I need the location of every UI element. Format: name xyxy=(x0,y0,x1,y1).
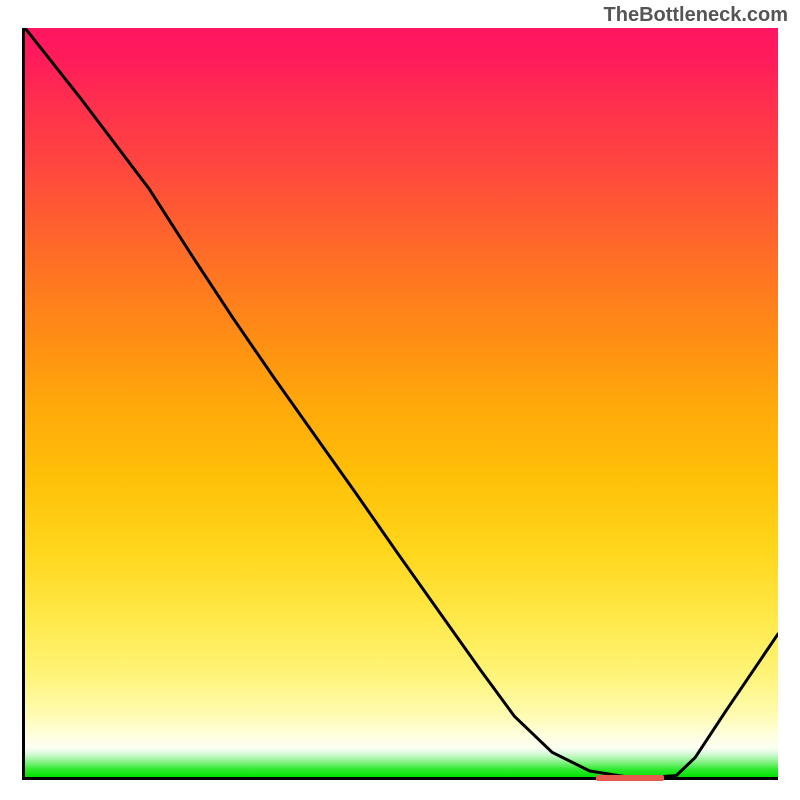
chart-container: TheBottleneck.com xyxy=(0,0,800,800)
watermark-text: TheBottleneck.com xyxy=(604,4,788,27)
minimum-marker xyxy=(596,775,664,781)
gradient-background xyxy=(25,28,778,777)
plot-area xyxy=(22,28,778,780)
